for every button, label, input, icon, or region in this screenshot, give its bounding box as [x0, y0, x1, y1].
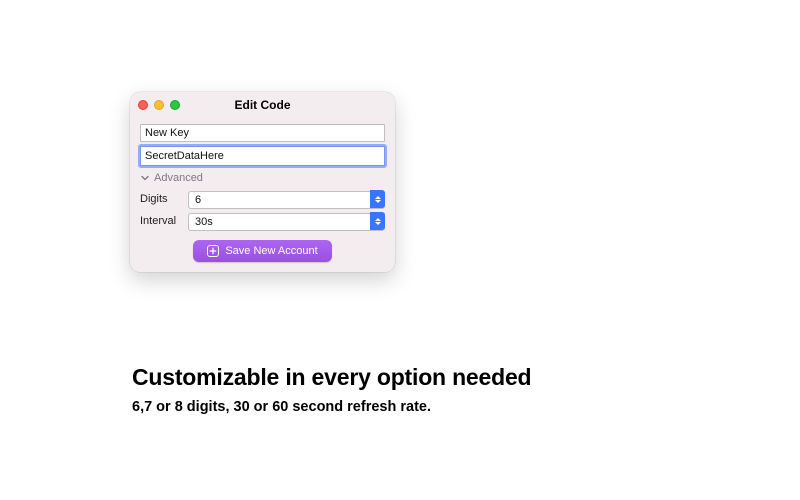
interval-select[interactable]	[188, 212, 385, 230]
digits-select[interactable]	[188, 190, 385, 208]
digits-stepper[interactable]	[370, 190, 385, 208]
window-close-button[interactable]	[138, 100, 148, 110]
advanced-section: Digits Interval	[140, 190, 385, 230]
edit-code-window: Edit Code Advanced Digits Interval	[130, 92, 395, 272]
chevron-down-icon	[375, 222, 381, 225]
save-button-label: Save New Account	[225, 245, 317, 257]
marketing-copy: Customizable in every option needed 6,7 …	[132, 364, 740, 415]
window-body: Advanced Digits Interval	[130, 118, 395, 272]
plus-in-square-icon	[207, 245, 219, 257]
advanced-disclosure[interactable]: Advanced	[140, 172, 385, 184]
marketing-headline: Customizable in every option needed	[132, 364, 740, 391]
interval-label: Interval	[140, 215, 182, 227]
digits-value[interactable]	[188, 191, 385, 209]
secret-input[interactable]	[140, 146, 385, 166]
interval-value[interactable]	[188, 213, 385, 231]
digits-label: Digits	[140, 193, 182, 205]
chevron-down-icon	[140, 173, 150, 183]
advanced-label: Advanced	[154, 172, 203, 184]
marketing-subhead: 6,7 or 8 digits, 30 or 60 second refresh…	[132, 399, 740, 415]
key-name-input[interactable]	[140, 124, 385, 142]
window-zoom-button[interactable]	[170, 100, 180, 110]
chevron-down-icon	[375, 200, 381, 203]
window-titlebar[interactable]: Edit Code	[130, 92, 395, 118]
interval-stepper[interactable]	[370, 212, 385, 230]
save-new-account-button[interactable]: Save New Account	[193, 240, 331, 262]
window-minimize-button[interactable]	[154, 100, 164, 110]
chevron-up-icon	[375, 218, 381, 221]
chevron-up-icon	[375, 196, 381, 199]
traffic-lights	[138, 100, 180, 110]
